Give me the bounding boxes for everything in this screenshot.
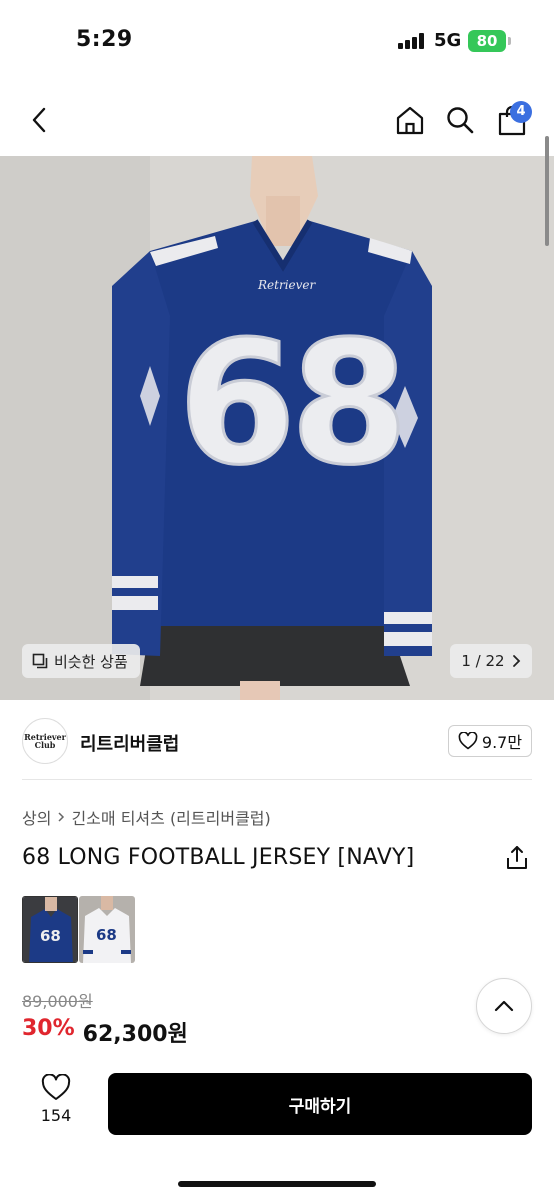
original-price: 89,000원 — [22, 992, 93, 1011]
share-button[interactable] — [502, 843, 532, 873]
image-pager-label: 1 / 22 — [461, 652, 505, 670]
similar-items-icon — [32, 653, 48, 669]
divider — [22, 779, 532, 780]
wishlist-count: 154 — [40, 1106, 72, 1125]
breadcrumb-item[interactable]: 긴소매 티셔츠 (리트리버클럽) — [71, 805, 270, 829]
thumbnail-number: 68 — [40, 927, 61, 945]
brand-row: Retriever Club 리트리버클럽 9.7만 — [0, 712, 554, 772]
jersey-number: 68 — [177, 304, 411, 505]
home-indicator — [178, 1181, 376, 1187]
home-button[interactable] — [390, 100, 430, 140]
brand-name-link[interactable]: 리트리버클럽 — [80, 730, 179, 756]
color-option-white[interactable]: 68 — [79, 896, 135, 963]
sale-price: 62,300원 — [82, 1022, 188, 1047]
share-icon — [507, 846, 527, 869]
price-row: 30% 62,300원 — [22, 1016, 188, 1048]
battery-icon: 80 — [468, 30, 506, 52]
heart-icon — [458, 732, 478, 750]
buy-button[interactable]: 구매하기 — [108, 1073, 532, 1135]
brand-logo[interactable]: Retriever Club — [22, 718, 68, 764]
brand-like-button[interactable]: 9.7만 — [448, 725, 532, 757]
brand-logo-line2: Club — [34, 740, 56, 750]
discount-rate: 30% — [22, 1016, 75, 1041]
back-button[interactable] — [22, 102, 58, 138]
chevron-left-icon — [32, 107, 46, 133]
breadcrumb: 상의 긴소매 티셔츠 (리트리버클럽) — [22, 805, 271, 829]
breadcrumb-item[interactable]: 상의 — [22, 805, 51, 829]
status-time: 5:29 — [76, 27, 133, 52]
battery-tip — [508, 37, 511, 45]
signal-icon — [398, 33, 426, 49]
similar-items-button[interactable]: 비슷한 상품 — [22, 644, 140, 678]
search-icon — [447, 107, 474, 134]
color-option-navy[interactable]: 68 — [22, 896, 78, 963]
nav-bar — [0, 88, 554, 154]
cart-count-badge: 4 — [510, 101, 532, 123]
network-label: 5G — [434, 30, 462, 51]
chevron-right-icon — [512, 655, 520, 667]
chevron-up-icon — [494, 1000, 514, 1012]
product-title: 68 LONG FOOTBALL JERSEY [NAVY] — [22, 845, 415, 870]
brand-like-count: 9.7만 — [481, 733, 523, 752]
scroll-to-top-button[interactable] — [476, 978, 532, 1034]
chevron-right-icon — [58, 812, 65, 822]
similar-items-label: 비슷한 상품 — [54, 652, 128, 671]
home-icon — [396, 106, 424, 135]
scrollbar[interactable] — [545, 136, 549, 246]
thumbnail-number: 68 — [96, 926, 117, 944]
image-pager[interactable]: 1 / 22 — [450, 644, 532, 678]
jersey-chest-script: Retriever — [258, 278, 316, 292]
product-image-carousel[interactable]: Retriever 68 — [0, 156, 554, 700]
heart-icon — [41, 1074, 71, 1100]
status-bar: 5:29 5G 80 — [0, 0, 554, 84]
wishlist-button[interactable]: 154 — [22, 1074, 90, 1138]
search-button[interactable] — [440, 100, 480, 140]
